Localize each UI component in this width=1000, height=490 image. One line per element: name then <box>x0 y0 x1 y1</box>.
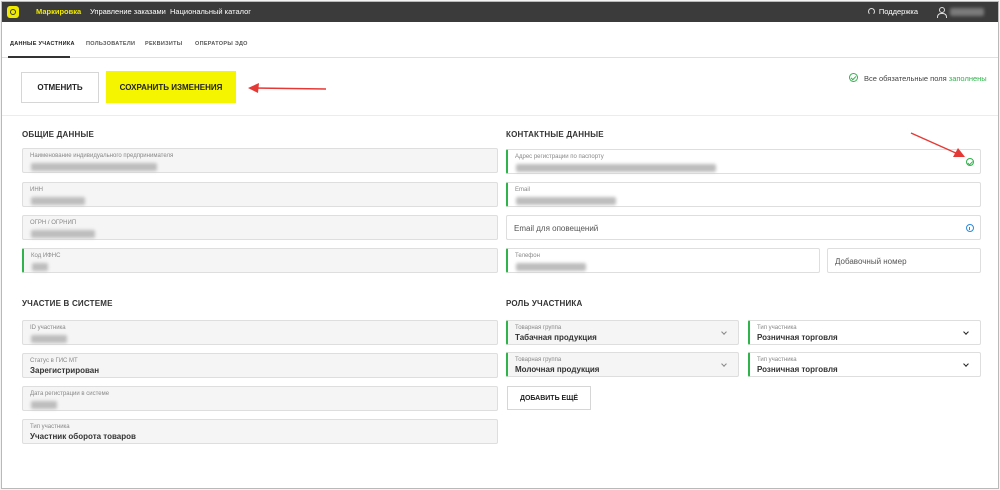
field-notification-email[interactable]: Email для оповещений <box>506 215 981 240</box>
chevron-down-icon[interactable] <box>963 361 969 367</box>
field-participant-type[interactable]: Тип участника Участник оборота товаров <box>22 419 498 444</box>
chevron-down-icon[interactable] <box>721 329 727 335</box>
redacted-value <box>32 263 48 271</box>
nav-marking[interactable]: Маркировка <box>36 7 81 16</box>
select-participant-type-2[interactable]: Тип участника Розничная торговля <box>748 352 981 377</box>
field-extension-number[interactable]: Добавочный номер <box>827 248 981 273</box>
tab-edo-operators[interactable]: Операторы ЭДО <box>195 41 248 47</box>
page-frame: Маркировка Управление заказами Националь… <box>1 1 999 489</box>
select-product-group-2[interactable]: Товарная группа Молочная продукция <box>506 352 739 377</box>
chevron-down-icon[interactable] <box>721 361 727 367</box>
annotation-arrow-save <box>248 83 327 93</box>
field-registration-date[interactable]: Дата регистрации в системе <box>22 386 498 411</box>
tab-bar: Данные участника Пользователи Реквизиты … <box>2 22 998 58</box>
user-name-redacted[interactable] <box>950 8 984 16</box>
redacted-value <box>31 230 95 238</box>
redacted-value <box>31 401 57 409</box>
redacted-value <box>31 197 85 205</box>
cancel-button[interactable]: Отменить <box>21 72 99 103</box>
redacted-value <box>516 263 586 271</box>
redacted-value <box>31 163 157 171</box>
annotation-arrow-address <box>910 132 965 157</box>
status-filled-link: заполнены <box>948 74 987 83</box>
tab-requisites[interactable]: Реквизиты <box>145 41 182 47</box>
headset-icon[interactable] <box>868 8 875 15</box>
active-tab-indicator <box>8 56 70 58</box>
section-title-contacts: Контактные данные <box>506 130 604 139</box>
section-title-role: Роль участника <box>506 299 583 308</box>
select-participant-type-1[interactable]: Тип участника Розничная торговля <box>748 320 981 345</box>
user-icon[interactable] <box>936 7 947 18</box>
required-fields-status: Все обязательные поля заполнены <box>864 74 987 83</box>
section-title-system: Участие в системе <box>22 299 113 308</box>
check-circle-icon <box>849 73 858 82</box>
support-link[interactable]: Поддержка <box>879 7 918 16</box>
field-gis-status[interactable]: Статус в ГИС МТ Зарегистрирован <box>22 353 498 378</box>
field-ifns-code[interactable]: Код ИФНС <box>22 248 498 273</box>
tab-participant-data[interactable]: Данные участника <box>10 41 75 47</box>
tab-users[interactable]: Пользователи <box>86 41 135 47</box>
redacted-value <box>31 335 67 343</box>
redacted-value <box>516 197 616 205</box>
field-entrepreneur-name[interactable]: Наименование индивидуального предпринима… <box>22 148 498 173</box>
info-icon[interactable] <box>966 224 974 232</box>
nav-national-catalog[interactable]: Национальный каталог <box>170 7 251 16</box>
field-inn[interactable]: ИНН <box>22 182 498 207</box>
field-ogrn[interactable]: ОГРН / ОГРНИП <box>22 215 498 240</box>
logo-icon[interactable] <box>7 6 19 18</box>
section-title-general: Общие данные <box>22 130 95 139</box>
redacted-value <box>516 164 716 172</box>
save-changes-button[interactable]: Сохранить изменения <box>106 71 236 103</box>
add-more-button[interactable]: Добавить ещё <box>507 386 591 410</box>
divider <box>2 115 998 116</box>
top-bar: Маркировка Управление заказами Националь… <box>2 2 998 22</box>
field-email[interactable]: Email <box>506 182 981 207</box>
field-participant-id[interactable]: ID участника <box>22 320 498 345</box>
select-product-group-1[interactable]: Товарная группа Табачная продукция <box>506 320 739 345</box>
chevron-down-icon[interactable] <box>963 329 969 335</box>
field-phone[interactable]: Телефон <box>506 248 820 273</box>
nav-order-management[interactable]: Управление заказами <box>90 7 166 16</box>
